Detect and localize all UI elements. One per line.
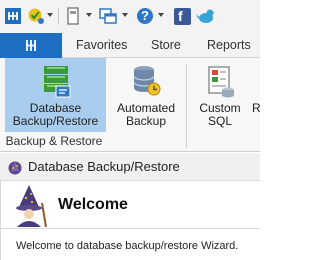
tab-reports[interactable]: Reports — [207, 38, 251, 52]
wizard-welcome-message: Welcome to database backup/restore Wizar… — [16, 240, 239, 252]
reports-button-partial[interactable]: R — [252, 58, 261, 132]
checkmark-shield-icon[interactable] — [26, 6, 46, 26]
automated-backup-button[interactable]: Automated Backup — [111, 58, 181, 132]
custom-sql-label: Custom SQL — [199, 101, 241, 128]
app-home-icon — [26, 40, 36, 51]
tab-favorites[interactable]: Favorites — [76, 38, 127, 52]
help-icon[interactable]: ? — [135, 6, 155, 26]
wizard-window-title: Database Backup/Restore — [28, 159, 180, 174]
home-icon[interactable] — [3, 6, 23, 26]
group-separator — [186, 64, 187, 148]
database-backup-restore-label: Database Backup/Restore — [12, 101, 99, 128]
windows-icon[interactable] — [98, 6, 118, 26]
sql-document-icon — [203, 64, 237, 98]
facebook-icon[interactable]: f — [172, 6, 192, 26]
wizard-icon — [13, 183, 47, 230]
database-stack-icon — [129, 64, 163, 98]
ribbon-group-label: Backup & Restore — [5, 134, 103, 148]
wizard-heading: Welcome — [58, 196, 128, 213]
wizard-window-titlebar: Database Backup/Restore — [0, 153, 260, 181]
toolbar-separator — [58, 8, 59, 25]
tab-home[interactable] — [0, 33, 62, 58]
custom-sql-button[interactable]: Custom SQL — [193, 58, 247, 132]
chevron-down-icon[interactable] — [122, 13, 129, 19]
chevron-down-icon[interactable] — [158, 13, 165, 19]
wizard-body: Welcome to database backup/restore Wizar… — [0, 229, 260, 260]
partial-label: R — [252, 101, 261, 115]
automated-backup-label: Automated Backup — [116, 101, 176, 128]
form-icon[interactable] — [63, 6, 83, 26]
facebook-glyph: f — [178, 8, 183, 24]
tab-store[interactable]: Store — [151, 38, 181, 52]
bird-icon[interactable] — [196, 6, 216, 26]
help-glyph: ? — [141, 8, 149, 23]
server-database-icon — [39, 64, 73, 98]
chevron-down-icon[interactable] — [47, 13, 54, 19]
ribbon-tab-bar: Favorites Store Reports — [0, 33, 260, 58]
quick-access-toolbar: ? f — [0, 0, 260, 33]
wizard-header: Welcome — [0, 181, 260, 229]
database-backup-restore-button[interactable]: Database Backup/Restore — [5, 58, 106, 132]
ribbon-panel: Database Backup/Restore Automated Backup — [0, 58, 261, 152]
partial-icon — [252, 64, 260, 98]
wizard-hat-icon — [7, 159, 23, 175]
chevron-down-icon[interactable] — [86, 13, 93, 19]
